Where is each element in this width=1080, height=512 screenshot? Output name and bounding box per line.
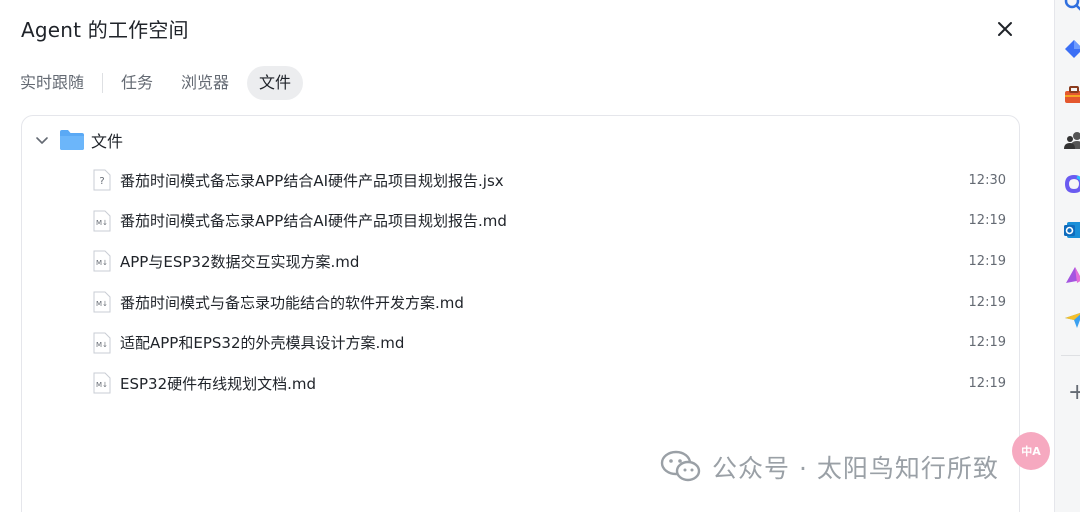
tab-bar: 实时跟随 任务 浏览器 文件 [20,66,304,100]
folder-row[interactable]: 文件 [34,126,123,154]
file-time: 12:19 [968,213,1006,229]
markdown-file-icon: M↓ [93,332,111,354]
outlook-app-icon[interactable] [1063,219,1080,241]
tab-browser[interactable]: 浏览器 [181,66,229,100]
purple-app-icon[interactable] [1063,264,1080,286]
copilot-app-icon[interactable] [1063,173,1080,195]
file-time: 12:30 [968,172,1006,188]
file-row[interactable]: M↓ APP与ESP32数据交互实现方案.md 12:19 [92,241,1012,282]
file-time: 12:19 [968,335,1006,351]
file-row[interactable]: M↓ 番茄时间模式与备忘录功能结合的软件开发方案.md 12:19 [92,282,1012,323]
translate-bubble[interactable]: 中A [1012,432,1050,470]
chevron-down-icon[interactable] [34,132,50,148]
send-app-icon[interactable] [1063,308,1080,330]
svg-text:M↓: M↓ [96,381,108,389]
file-name: 番茄时间模式与备忘录功能结合的软件开发方案.md [120,293,464,312]
tab-tasks[interactable]: 任务 [121,66,153,100]
close-icon [998,22,1012,36]
blue-diamond-app-icon[interactable] [1063,38,1080,60]
svg-text:M↓: M↓ [96,300,108,308]
close-button[interactable] [993,17,1017,41]
svg-text:M↓: M↓ [96,341,108,349]
file-name: 番茄时间模式备忘录APP结合AI硬件产品项目规划报告.md [120,212,507,231]
page-title: Agent 的工作空间 [21,18,189,42]
toolbox-app-icon[interactable] [1063,84,1080,106]
file-row[interactable]: M↓ 番茄时间模式备忘录APP结合AI硬件产品项目规划报告.md 12:19 [92,201,1012,242]
tab-files[interactable]: 文件 [247,66,304,100]
markdown-file-icon: M↓ [93,210,111,232]
file-time: 12:19 [968,253,1006,269]
tab-live-follow[interactable]: 实时跟随 [20,66,84,100]
watermark-text: 公众号 · 太阳鸟知行所致 [712,454,999,483]
unknown-file-icon: ? [93,169,111,191]
add-icon[interactable]: + [1068,382,1080,404]
file-list: ? 番茄时间模式备忘录APP结合AI硬件产品项目规划报告.jsx 12:30 M… [92,160,1012,404]
right-app-rail: + [1054,0,1080,512]
file-name: 番茄时间模式备忘录APP结合AI硬件产品项目规划报告.jsx [120,171,504,190]
search-icon[interactable] [1063,0,1080,14]
file-row[interactable]: M↓ 适配APP和EPS32的外壳模具设计方案.md 12:19 [92,322,1012,363]
svg-text:?: ? [99,176,104,187]
tab-divider [102,73,104,93]
file-name: 适配APP和EPS32的外壳模具设计方案.md [120,334,405,353]
markdown-file-icon: M↓ [93,372,111,394]
file-row[interactable]: M↓ ESP32硬件布线规划文档.md 12:19 [92,363,1012,404]
file-name: APP与ESP32数据交互实现方案.md [120,252,360,271]
folder-label: 文件 [91,132,124,151]
file-row[interactable]: ? 番茄时间模式备忘录APP结合AI硬件产品项目规划报告.jsx 12:30 [92,160,1012,201]
agent-workspace-panel: Agent 的工作空间 实时跟随 任务 浏览器 文件 文件 ? 番茄时间模式备忘… [0,0,1040,512]
people-app-icon[interactable] [1063,129,1080,151]
markdown-file-icon: M↓ [93,291,111,313]
markdown-file-icon: M↓ [93,250,111,272]
watermark: 公众号 · 太阳鸟知行所致 [660,449,999,485]
svg-text:M↓: M↓ [96,219,108,227]
svg-text:M↓: M↓ [96,259,108,267]
file-name: ESP32硬件布线规划文档.md [120,374,317,393]
wechat-icon [660,450,701,482]
file-time: 12:19 [968,375,1006,391]
file-time: 12:19 [968,294,1006,310]
folder-icon [60,130,84,150]
rail-divider [1061,355,1080,356]
